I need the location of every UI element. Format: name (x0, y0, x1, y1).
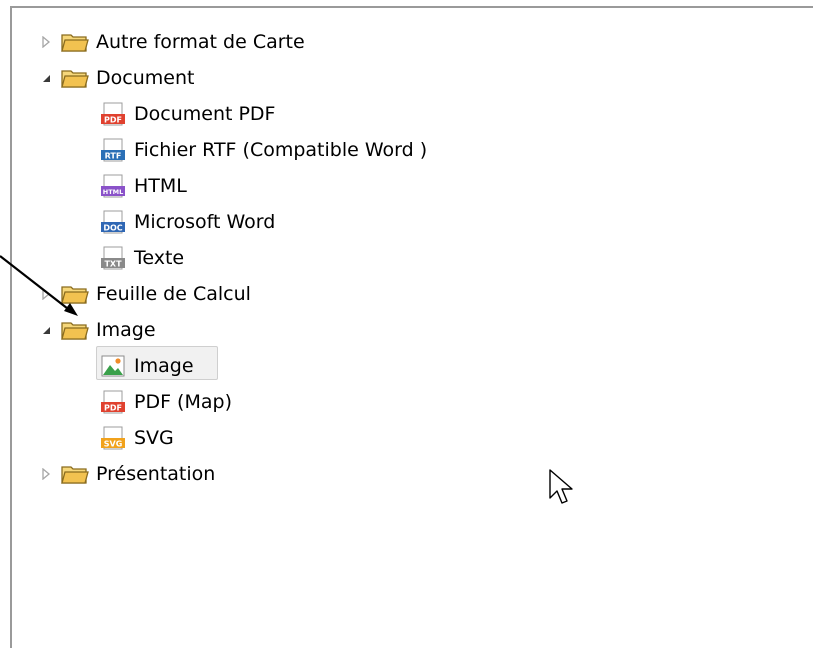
pdf-file-icon: PDF (98, 101, 128, 128)
folder-open-icon (60, 319, 90, 341)
tree-item-microsoft-word[interactable]: DOC Microsoft Word (98, 204, 275, 240)
tree-item-html[interactable]: HTML HTML (98, 168, 187, 204)
svg-text:SVG: SVG (104, 440, 123, 449)
tree-item-label: SVG (134, 427, 174, 449)
tree-item-label: Document (96, 67, 195, 89)
pdf-file-icon: PDF (98, 389, 128, 416)
tree-item-label: Autre format de Carte (96, 31, 305, 53)
tree-item-presentation[interactable]: Présentation (38, 456, 215, 492)
tree-item-label: Microsoft Word (134, 211, 276, 233)
export-format-tree-panel: Autre format de Carte Document PDF Docum… (10, 6, 813, 648)
rtf-file-icon: RTF (98, 137, 128, 164)
tree-item-label: Document PDF (134, 103, 276, 125)
tree-item-svg[interactable]: SVG SVG (98, 420, 174, 456)
svg-text:HTML: HTML (103, 188, 123, 196)
tree-item-pdf-map[interactable]: PDF PDF (Map) (98, 384, 232, 420)
tree-item-label: Fichier RTF (Compatible Word ) (134, 139, 428, 161)
folder-icon (60, 31, 90, 53)
doc-file-icon: DOC (98, 209, 128, 236)
tree-item-image[interactable]: Image (98, 348, 194, 384)
tree-item-label: Image (96, 319, 156, 341)
tree-item-fichier-rtf[interactable]: RTF Fichier RTF (Compatible Word ) (98, 132, 427, 168)
expanded-arrow-icon[interactable] (38, 322, 54, 338)
tree-item-texte[interactable]: TXT Texte (98, 240, 184, 276)
folder-open-icon (60, 67, 90, 89)
svg-text:TXT: TXT (104, 260, 122, 269)
tree-item-document[interactable]: Document (38, 60, 194, 96)
expanded-arrow-icon[interactable] (38, 70, 54, 86)
tree-item-label: Image (134, 355, 194, 377)
svg-text:PDF: PDF (104, 404, 122, 413)
tree-item-label: Feuille de Calcul (96, 283, 251, 305)
svg-text:PDF: PDF (104, 116, 122, 125)
svg-text:RTF: RTF (105, 152, 122, 161)
collapsed-arrow-icon[interactable] (38, 466, 54, 482)
tree-item-image-folder[interactable]: Image (38, 312, 156, 348)
tree-item-label: PDF (Map) (134, 391, 232, 413)
collapsed-arrow-icon[interactable] (38, 34, 54, 50)
tree-item-label: HTML (134, 175, 187, 197)
image-file-icon (98, 353, 128, 380)
collapsed-arrow-icon[interactable] (38, 286, 54, 302)
svg-file-icon: SVG (98, 425, 128, 452)
folder-icon (60, 283, 90, 305)
svg-text:DOC: DOC (103, 224, 122, 233)
txt-file-icon: TXT (98, 245, 128, 272)
mouse-cursor-icon (549, 469, 573, 504)
tree-item-feuille-de-calcul[interactable]: Feuille de Calcul (38, 276, 251, 312)
tree-item-document-pdf[interactable]: PDF Document PDF (98, 96, 276, 132)
tree-item-label: Texte (134, 247, 185, 269)
folder-icon (60, 463, 90, 485)
tree-item-label: Présentation (96, 463, 216, 485)
html-file-icon: HTML (98, 173, 128, 200)
tree-item-autre-format-de-carte[interactable]: Autre format de Carte (38, 24, 305, 60)
